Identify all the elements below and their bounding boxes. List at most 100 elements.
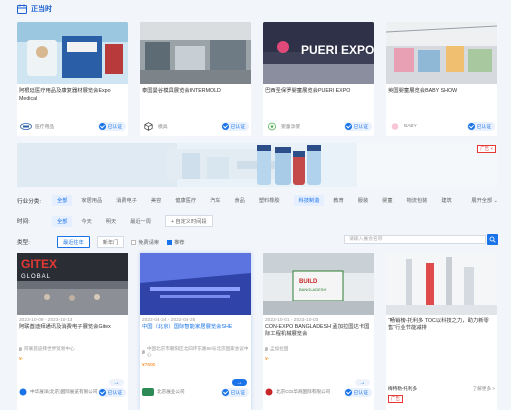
checkbox-label: 免费请柬 — [138, 239, 160, 246]
filter-industry-selected[interactable]: 科技制造 — [293, 195, 325, 206]
svg-text:BANGLADESH: BANGLADESH — [299, 287, 326, 292]
badge-label: 已认证 — [107, 390, 122, 396]
expand-all-label: 展开全部 — [471, 198, 493, 204]
card-category: 模具 — [158, 124, 168, 130]
expo-location: 阿联酋迪拜世界贸易中心 — [17, 345, 128, 353]
expo-organizer: 北京CGI华商国际有限公司 — [276, 389, 331, 394]
filter-time-week[interactable]: 最近一周 — [130, 218, 151, 225]
featured-card[interactable]: PUERI EXPO 巴西圣保罗婴童展览会PUERI EXPO 婴童孕婴 已认证 — [263, 22, 374, 136]
chevron-down-icon: ⌄ — [493, 198, 498, 204]
search-input[interactable]: 请输入展会名称 — [344, 235, 486, 244]
expo-location: 孟加拉国 — [263, 345, 374, 353]
svg-text:GLOBAL: GLOBAL — [21, 274, 51, 280]
checkbox-box — [131, 239, 137, 245]
arrow-right-icon[interactable]: → — [109, 379, 124, 386]
calendar-icon — [17, 4, 27, 14]
verified-badge: 已认证 — [220, 387, 249, 397]
filter-industry[interactable]: 汽车 — [210, 197, 220, 204]
ad-banner[interactable]: 广告 × — [17, 143, 498, 187]
expo-date: 2023-10-09 - 2023-10-13 — [19, 318, 73, 323]
check-icon — [221, 122, 229, 130]
featured-card[interactable]: 英国婴童展览会BABY SHOW BABY 已认证 — [386, 22, 497, 136]
baby-logo-icon — [265, 122, 278, 131]
ad-title: “畅销榜-托利多 TOC以科技之力，助力新零售”行业节能减排 — [388, 318, 489, 332]
expo-card[interactable]: 2022-04-24 - 2022-04-26 中国（北京）国际智能家居展览会S… — [140, 253, 251, 410]
ad-tag[interactable]: 广告 × — [477, 145, 496, 153]
ad-brand: 梅特勒-托利多 — [388, 386, 418, 391]
filter-time-all[interactable]: 全部 — [52, 215, 73, 227]
card-title: 泰国曼谷模具展览会INTERMOLD — [142, 88, 221, 94]
check-icon — [98, 122, 106, 130]
expo-price: ¥- — [19, 357, 24, 362]
card-image — [140, 22, 251, 84]
badge-label: 已认证 — [230, 390, 245, 396]
filter-industry[interactable]: 美容 — [151, 197, 161, 204]
expo-card[interactable]: GITEX GLOBAL 2023-10-09 - 2023-10-13 阿联酋迪… — [17, 253, 128, 410]
check-icon — [467, 122, 475, 130]
filter-industry[interactable]: 服装 — [358, 197, 368, 204]
filter-industry[interactable]: 婴童 — [382, 197, 392, 204]
badge-label: 已认证 — [230, 124, 245, 130]
section-title: 正当时 — [31, 6, 52, 13]
type-option-selected[interactable]: 最近往年 — [57, 236, 90, 248]
filter-industry[interactable]: 物流包装 — [407, 197, 428, 204]
featured-card[interactable]: 泰国曼谷模具展览会INTERMOLD 模具 已认证 — [140, 22, 251, 136]
arrow-right-icon[interactable]: → — [355, 379, 370, 386]
svg-text:GITEX: GITEX — [21, 257, 57, 271]
ad-card[interactable]: “畅销榜-托利多 TOC以科技之力，助力新零售”行业节能减排 梅特勒-托利多 了… — [386, 253, 497, 410]
filter-time-tomorrow[interactable]: 明天 — [106, 218, 116, 225]
learn-more-link[interactable]: 了解更多 > — [473, 386, 495, 392]
ad-tag: 广告 — [388, 395, 403, 403]
mold-cube-icon — [142, 121, 155, 131]
filter-industry[interactable]: 家居用品 — [81, 197, 102, 204]
filter-industry[interactable]: 塑料橡胶 — [259, 197, 280, 204]
badge-label: 已认证 — [353, 124, 368, 130]
card-category: BABY — [404, 123, 417, 129]
filter-industry[interactable]: 食品 — [234, 197, 244, 204]
filter-industry[interactable]: 健康医疗 — [175, 197, 196, 204]
verified-badge: 已认证 — [343, 387, 372, 397]
section-header: 正当时 — [0, 0, 511, 18]
time-filter: 时间: 全部 今天 明天 最近一周 + 自定义时间段 — [17, 215, 498, 227]
badge-label: 已认证 — [107, 124, 122, 130]
expo-location: 中国北京市朝阳区北四环东路88号北京国家会议中心 — [140, 345, 251, 359]
organizer-logo-icon — [19, 383, 27, 401]
organizer-logo-icon — [265, 383, 273, 401]
check-icon — [344, 388, 352, 396]
search-button[interactable] — [487, 234, 498, 245]
type-filter: 类型: 最近往年 新年门 免费请柬 推荐 请输入展会名称 — [17, 234, 498, 248]
organizer-logo-icon — [142, 383, 154, 401]
expo-card[interactable]: BUILD BANGLADESH 2023-10-01 - 2023-10-03 … — [263, 253, 374, 410]
expo-title: 中国（北京）国际智能家居展览会SHE — [142, 324, 233, 330]
page: 正当时 阿根廷医疗用品及康复器材展览会Expo Medical 医疗用品 已认证… — [0, 0, 511, 410]
filter-industry[interactable]: 消费电子 — [116, 197, 137, 204]
expo-organizer: 北京展业公司 — [157, 389, 185, 394]
expand-all-button[interactable]: 展开全部 ⌄ — [471, 197, 498, 204]
featured-card[interactable]: 阿根廷医疗用品及康复器材展览会Expo Medical 医疗用品 已认证 — [17, 22, 128, 136]
expo-date: 2023-10-01 - 2023-10-03 — [265, 318, 319, 323]
banner-image — [17, 143, 498, 187]
card-image — [17, 22, 128, 84]
expo-price: ¥7600 — [142, 363, 156, 368]
card-category: 医疗用品 — [35, 124, 55, 130]
check-icon — [98, 388, 106, 396]
expo-list: GITEX GLOBAL 2023-10-09 - 2023-10-13 阿联酋迪… — [17, 253, 498, 410]
industry-label: 行业分类: — [17, 198, 41, 205]
type-label: 类型: — [17, 240, 30, 246]
expo-price: ¥- — [265, 357, 270, 362]
type-option[interactable]: 新年门 — [96, 236, 125, 248]
filter-industry-all[interactable]: 全部 — [52, 195, 73, 206]
checkbox-recommended[interactable]: 推荐 — [167, 239, 185, 246]
check-icon — [344, 122, 352, 130]
card-image — [386, 22, 497, 84]
filter-industry[interactable]: 建筑 — [441, 197, 451, 204]
custom-time-button[interactable]: + 自定义时间段 — [164, 215, 213, 227]
badge-label: 已认证 — [476, 124, 491, 130]
filter-industry[interactable]: 教育 — [333, 197, 343, 204]
filter-time-today[interactable]: 今天 — [81, 218, 91, 225]
badge-label: 已认证 — [353, 390, 368, 396]
arrow-right-icon[interactable]: → — [232, 379, 247, 386]
checkbox-free-invite[interactable]: 免费请柬 — [131, 239, 159, 246]
svg-text:PUERI EXPO: PUERI EXPO — [301, 43, 374, 57]
svg-text:BUILD: BUILD — [299, 279, 318, 285]
